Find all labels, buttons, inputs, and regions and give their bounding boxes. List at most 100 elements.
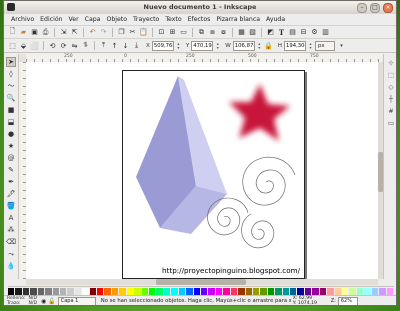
color-swatch[interactable] xyxy=(126,288,135,295)
selector-tool-icon[interactable]: ➤ xyxy=(6,57,16,67)
node-tool-icon[interactable]: ◊ xyxy=(6,69,16,79)
calligraphy-tool-icon[interactable]: 🖋 xyxy=(6,189,16,199)
color-swatch[interactable] xyxy=(238,288,246,295)
menu-objeto[interactable]: Objeto xyxy=(103,14,130,25)
color-swatch[interactable] xyxy=(319,288,328,295)
ungroup-icon[interactable]: ▧ xyxy=(248,28,257,37)
color-swatch[interactable] xyxy=(134,288,142,295)
spray-tool-icon[interactable]: ⁂ xyxy=(6,225,16,235)
x-field[interactable]: 509,768 xyxy=(151,40,174,51)
horizontal-scrollbar[interactable] xyxy=(26,279,378,285)
rotate-cw-icon[interactable]: ⟳ xyxy=(59,41,68,50)
color-swatch[interactable] xyxy=(163,288,172,295)
connector-tool-icon[interactable]: ⤳ xyxy=(6,249,16,259)
y-field[interactable]: 470,191 xyxy=(191,40,214,51)
layer-select[interactable]: Capa 1 xyxy=(57,296,96,305)
color-swatch[interactable] xyxy=(371,288,380,295)
color-swatch[interactable] xyxy=(15,288,23,295)
color-swatch[interactable] xyxy=(104,288,112,295)
close-button[interactable]: × xyxy=(383,3,393,13)
blurred-star[interactable] xyxy=(229,84,290,141)
color-swatch[interactable] xyxy=(89,288,98,295)
select-all-layers-icon[interactable]: ⬙ xyxy=(19,41,28,50)
lock-proportions-icon[interactable]: 🔒 xyxy=(264,41,273,50)
lower-icon[interactable]: ↓ xyxy=(121,41,130,50)
flip-vertical-icon[interactable]: ⥮ xyxy=(81,41,90,50)
zoom-selection-icon[interactable]: ⊡ xyxy=(157,28,166,37)
color-swatch[interactable] xyxy=(304,288,313,295)
h-field[interactable]: 194,304 xyxy=(284,40,307,51)
color-swatch[interactable] xyxy=(215,288,224,295)
layer-lock-icon[interactable]: 🔓 xyxy=(48,298,55,305)
menu-archivo[interactable]: Archivo xyxy=(8,14,37,25)
undo-icon[interactable]: ↶ xyxy=(88,28,97,37)
color-swatch[interactable] xyxy=(119,288,127,295)
w-field[interactable]: 106,874 xyxy=(232,40,255,51)
menu-pizarra-blanca[interactable]: Pizarra blanca xyxy=(213,14,263,25)
color-swatch[interactable] xyxy=(260,288,268,295)
paint-bucket-icon[interactable]: 🪣 xyxy=(6,201,16,211)
color-swatch[interactable] xyxy=(74,288,83,295)
raise-to-top-icon[interactable]: ⤒ xyxy=(99,41,108,50)
tweak-tool-icon[interactable]: 〜 xyxy=(6,81,16,91)
eraser-tool-icon[interactable]: ⌫ xyxy=(6,237,16,247)
save-icon[interactable]: ▣ xyxy=(30,28,39,37)
dropper-tool-icon[interactable]: 💧 xyxy=(6,261,16,271)
snap-guide-icon[interactable]: ┼ xyxy=(386,94,396,104)
paste-icon[interactable]: 📋 xyxy=(139,28,148,37)
snap-toggle-icon[interactable]: ⊹ xyxy=(386,58,396,68)
cut-icon[interactable]: ✂ xyxy=(128,28,137,37)
snap-page-icon[interactable]: ▭ xyxy=(386,118,396,128)
zoom-page-icon[interactable]: ▭ xyxy=(179,28,188,37)
color-swatch[interactable] xyxy=(208,288,216,295)
redo-icon[interactable]: ↷ xyxy=(99,28,108,37)
print-icon[interactable]: ⎙ xyxy=(41,28,50,37)
color-swatch[interactable] xyxy=(275,288,283,295)
import-icon[interactable]: ⇲ xyxy=(59,28,68,37)
duplicate-icon[interactable]: ⧉ xyxy=(197,28,206,37)
zoom-field[interactable]: 62% xyxy=(337,296,358,305)
deselect-icon[interactable]: ⬜ xyxy=(30,41,39,50)
color-swatch[interactable] xyxy=(379,288,387,295)
color-swatch[interactable] xyxy=(334,288,342,295)
box3d-tool-icon[interactable]: ⬓ xyxy=(6,117,16,127)
color-swatch[interactable] xyxy=(193,288,201,295)
color-swatch[interactable] xyxy=(37,288,46,295)
color-swatch[interactable] xyxy=(141,288,150,295)
pen-tool-icon[interactable]: ✒ xyxy=(6,177,16,187)
color-swatch[interactable] xyxy=(8,288,16,295)
snap-grid-icon[interactable]: # xyxy=(386,106,396,116)
color-swatch[interactable] xyxy=(364,288,372,295)
menu-capa[interactable]: Capa xyxy=(82,14,104,25)
color-swatch[interactable] xyxy=(178,288,187,295)
spiral-left[interactable] xyxy=(207,197,249,236)
color-swatch[interactable] xyxy=(327,288,335,295)
color-swatch[interactable] xyxy=(267,288,276,295)
ellipse-tool-icon[interactable]: ● xyxy=(6,129,16,139)
color-swatch[interactable] xyxy=(149,288,157,295)
color-swatch[interactable] xyxy=(386,288,394,295)
star-tool-icon[interactable]: ★ xyxy=(6,141,16,151)
snap-nodes-icon[interactable]: ◇ xyxy=(386,82,396,92)
menu-edicion[interactable]: Edición xyxy=(37,14,65,25)
color-swatch[interactable] xyxy=(111,288,120,295)
unlink-clone-icon[interactable]: ⧇ xyxy=(219,28,228,37)
unit-select[interactable]: px xyxy=(315,40,336,51)
rectangle-tool-icon[interactable]: ■ xyxy=(6,105,16,115)
color-swatch[interactable] xyxy=(97,288,105,295)
minimize-button[interactable]: – xyxy=(357,3,367,13)
horizontal-scroll-thumb[interactable] xyxy=(156,279,246,285)
color-swatch[interactable] xyxy=(30,288,38,295)
export-icon[interactable]: ⇱ xyxy=(70,28,79,37)
rotate-ccw-icon[interactable]: ⟲ xyxy=(48,41,57,50)
color-swatch[interactable] xyxy=(82,288,90,295)
color-swatch[interactable] xyxy=(186,288,194,295)
h-spin-icon[interactable]: ▴ ▾ xyxy=(308,41,313,50)
color-swatch[interactable] xyxy=(45,288,53,295)
color-swatch[interactable] xyxy=(230,288,239,295)
color-swatch[interactable] xyxy=(67,288,75,295)
menu-ayuda[interactable]: Ayuda xyxy=(263,14,288,25)
color-swatch[interactable] xyxy=(297,288,305,295)
color-swatch[interactable] xyxy=(341,288,350,295)
color-swatch[interactable] xyxy=(22,288,31,295)
